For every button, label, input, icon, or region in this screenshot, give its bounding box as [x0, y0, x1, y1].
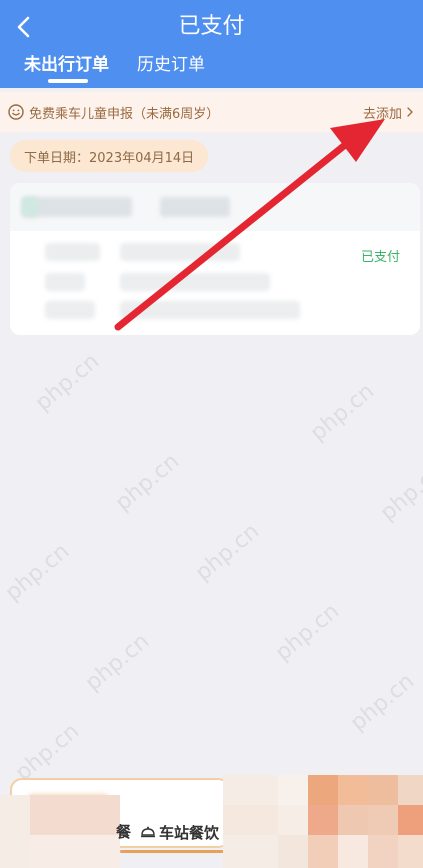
tab-history-orders[interactable]: 历史订单: [137, 52, 205, 78]
watermark: php.cn: [375, 458, 423, 527]
add-child-button[interactable]: 去添加: [363, 92, 415, 132]
watermark: php.cn: [305, 378, 380, 447]
mosaic-block: [398, 775, 423, 805]
watermark: php.cn: [0, 538, 75, 607]
mosaic-block: [30, 795, 120, 835]
mosaic-block: [338, 775, 368, 805]
header-bar: 已支付 未出行订单 历史订单: [0, 0, 423, 88]
blurred-train-number: [160, 197, 230, 217]
mosaic-block: [368, 805, 398, 835]
blurred-line: [45, 301, 95, 319]
notice-text: 免费乘车儿童申报（未满6周岁）: [29, 106, 220, 122]
mosaic-block: [338, 805, 368, 835]
station-food-button[interactable]: 车站餐饮: [140, 818, 219, 846]
mosaic-block: [278, 835, 308, 868]
page-title: 已支付: [178, 14, 245, 39]
order-card[interactable]: 已支付: [10, 183, 420, 335]
mosaic-block: [223, 805, 278, 835]
station-food-label: 车站餐饮: [159, 823, 220, 842]
watermark: php.cn: [80, 628, 155, 697]
blurred-train-info: [22, 197, 132, 217]
mosaic-block: [278, 805, 308, 835]
blurred-line: [120, 243, 240, 261]
mosaic-block: [0, 795, 30, 868]
mosaic-block: [338, 835, 368, 868]
blurred-tag: [22, 197, 38, 217]
watermark: php.cn: [270, 598, 345, 667]
watermark: php.cn: [30, 348, 105, 417]
mosaic-block: [223, 835, 278, 868]
blurred-line: [45, 243, 100, 261]
food-underline: [120, 850, 224, 853]
mosaic-block: [278, 775, 308, 805]
blurred-line: [120, 273, 270, 291]
tab-indicator: [48, 79, 88, 83]
mosaic-block: [368, 835, 398, 868]
partial-menu-label: 餐: [116, 823, 132, 841]
mosaic-block: [368, 775, 398, 805]
mosaic-block: [30, 835, 120, 868]
mosaic-block: [308, 775, 338, 805]
watermark: php.cn: [110, 448, 185, 517]
mosaic-block: [223, 775, 278, 805]
mosaic-block: [308, 805, 338, 835]
food-cloche-icon: [141, 826, 155, 838]
blurred-line: [120, 301, 300, 319]
watermark: php.cn: [190, 518, 265, 587]
order-date-chip: 下单日期：2023年04月14日: [10, 140, 209, 172]
mosaic-block: [398, 805, 423, 835]
blurred-line: [45, 273, 85, 291]
add-child-label: 去添加: [362, 106, 402, 122]
chevron-right-icon: [407, 107, 413, 117]
tab-upcoming-orders[interactable]: 未出行订单: [24, 52, 109, 78]
child-notice-bar[interactable]: 免费乘车儿童申报（未满6周岁） 去添加: [0, 92, 423, 132]
card-header-blurred: [10, 183, 420, 231]
order-status: 已支付: [360, 250, 400, 265]
watermark: php.cn: [10, 718, 85, 787]
watermark: php.cn: [345, 668, 420, 737]
mosaic-block: [308, 835, 338, 868]
smiley-icon: [8, 104, 24, 120]
mosaic-block: [398, 835, 423, 868]
